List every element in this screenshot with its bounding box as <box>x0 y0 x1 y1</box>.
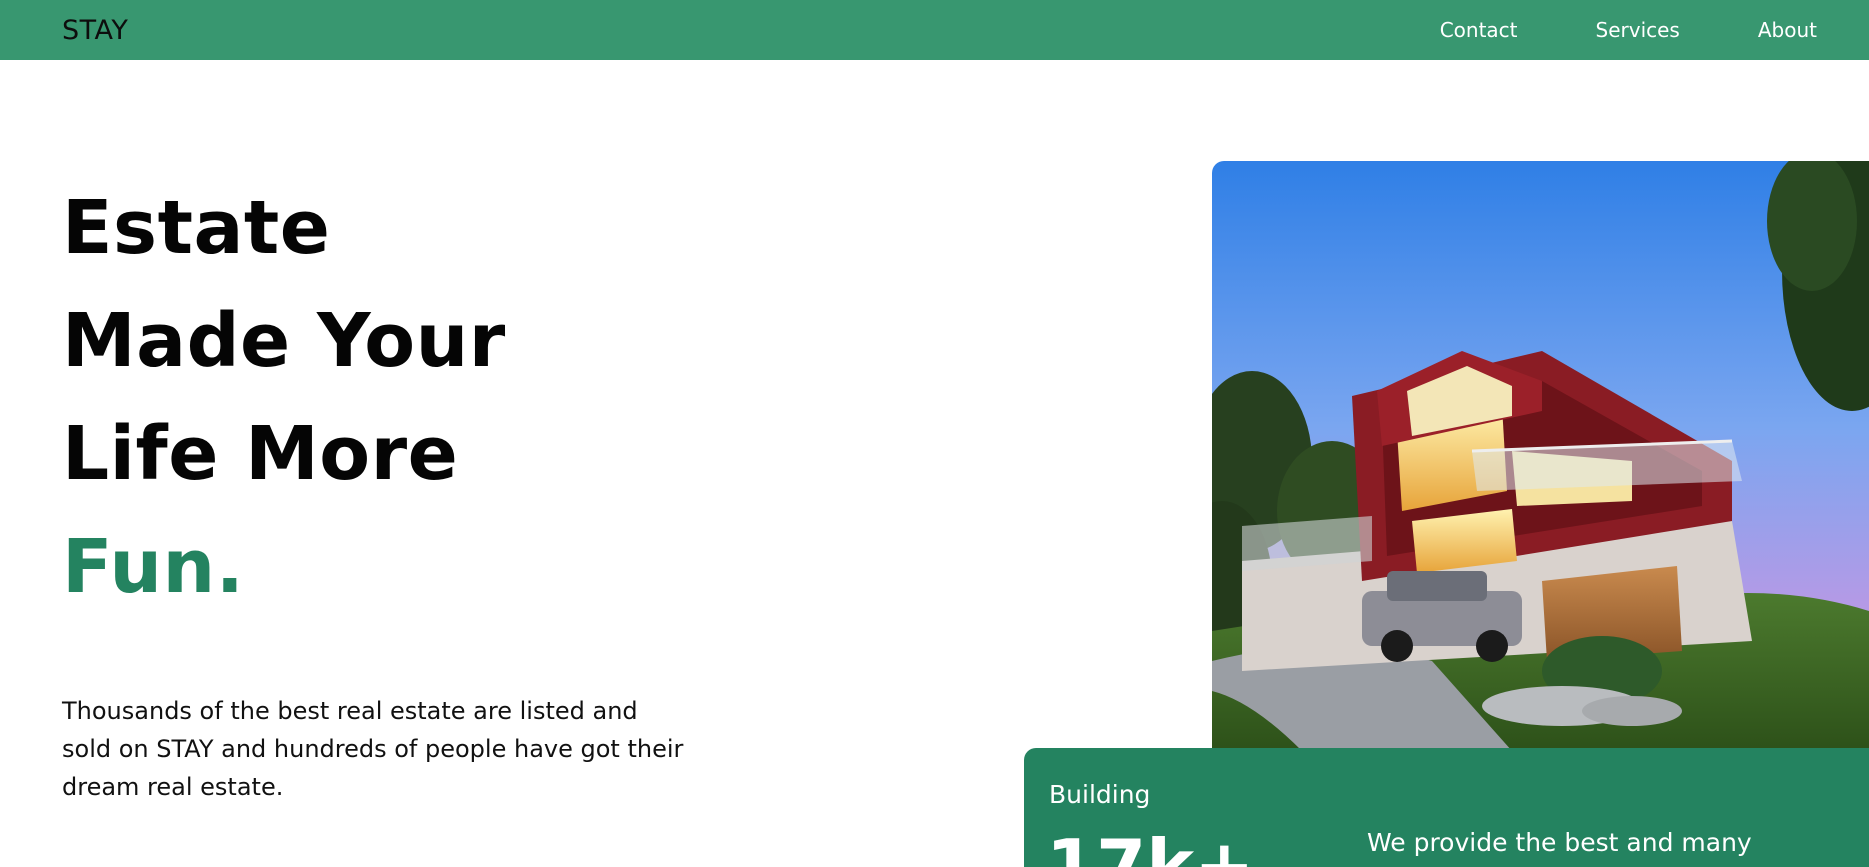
stat-description: We provide the best and many <box>1367 828 1752 857</box>
navbar: STAY Contact Services About <box>0 0 1869 60</box>
stat-value: 17k+ <box>1046 824 1255 867</box>
nav-link-contact[interactable]: Contact <box>1440 18 1518 42</box>
hero-title-line-2: Made Your <box>62 298 506 384</box>
stat-label: Building <box>1049 780 1151 809</box>
hero-title: Estate Made Your Life More Fun. <box>62 172 506 624</box>
hero-house-image <box>1212 161 1869 751</box>
hero-title-line-1: Estate <box>62 185 331 271</box>
nav-links: Contact Services About <box>1440 18 1817 42</box>
hero-description: Thousands of the best real estate are li… <box>62 697 684 801</box>
nav-link-about[interactable]: About <box>1758 18 1817 42</box>
brand-logo[interactable]: STAY <box>62 15 128 46</box>
stat-card: Building 17k+ We provide the best and ma… <box>1024 748 1869 867</box>
modern-house-photo <box>1212 161 1869 751</box>
hero-title-line-3: Life More <box>62 411 459 497</box>
nav-link-services[interactable]: Services <box>1596 18 1680 42</box>
hero-title-accent: Fun. <box>62 524 245 610</box>
